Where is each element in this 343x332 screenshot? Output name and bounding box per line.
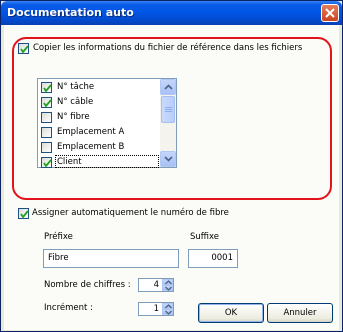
item-checkbox[interactable]	[41, 127, 52, 138]
prefix-value: Fibre	[48, 253, 69, 263]
checkmark-icon	[43, 84, 52, 93]
list-item[interactable]: N° tâche	[41, 80, 159, 95]
prefix-label: Préfixe	[44, 232, 73, 242]
scroll-up-button[interactable]	[160, 79, 176, 95]
increment-value: 1	[153, 304, 159, 314]
increment-spinner[interactable]: 1	[138, 302, 174, 316]
list-item[interactable]: Emplacement A	[41, 125, 159, 140]
list-item-label: N° câble	[57, 97, 94, 107]
dialog-window: Documentation auto Copier les informatio…	[0, 0, 343, 332]
item-checkbox[interactable]	[41, 97, 52, 108]
scroll-down-button[interactable]	[160, 151, 176, 167]
auto-assign-label: Assigner automatiquement le numéro de fi…	[32, 208, 229, 218]
checkmark-icon	[20, 45, 29, 54]
spin-down-button[interactable]	[162, 309, 173, 315]
checkmark-icon	[43, 159, 52, 168]
suffix-value: 0001	[211, 253, 233, 263]
cancel-label: Annuler	[283, 308, 317, 318]
list-item[interactable]: N° câble	[41, 95, 159, 110]
ok-button[interactable]: OK	[198, 303, 264, 323]
close-button[interactable]	[321, 4, 339, 22]
list-item[interactable]: Client	[41, 155, 159, 170]
suffix-input[interactable]: 0001	[188, 249, 238, 268]
fields-listbox[interactable]: N° tâche N° câble N° fibre Emplacement A…	[37, 78, 177, 168]
spin-down-button[interactable]	[162, 285, 173, 291]
list-item-label: Emplacement A	[57, 127, 125, 137]
item-checkbox[interactable]	[41, 82, 52, 93]
copy-info-checkbox[interactable]	[18, 43, 29, 54]
chevron-down-icon	[164, 156, 173, 162]
auto-assign-checkbox[interactable]	[18, 208, 29, 219]
copy-info-label: Copier les informations du fichier de ré…	[33, 43, 303, 53]
checkmark-icon	[20, 210, 29, 219]
suffix-label: Suffixe	[190, 232, 219, 242]
list-item[interactable]: Emplacement B	[41, 140, 159, 155]
cancel-button[interactable]: Annuler	[267, 303, 333, 323]
digits-label: Nombre de chiffres :	[44, 280, 131, 290]
listbox-scrollbar[interactable]	[160, 79, 176, 167]
list-item[interactable]: N° fibre	[41, 110, 159, 125]
scroll-thumb[interactable]	[161, 96, 175, 123]
item-checkbox[interactable]	[41, 112, 52, 123]
title-bar[interactable]: Documentation auto	[1, 1, 342, 25]
prefix-input[interactable]: Fibre	[43, 249, 179, 268]
item-checkbox[interactable]	[41, 157, 52, 168]
close-icon	[325, 8, 335, 18]
list-item-label: Client	[57, 157, 82, 167]
list-item-label: N° fibre	[57, 112, 90, 122]
chevron-up-icon	[164, 84, 173, 90]
digits-spinner[interactable]: 4	[138, 278, 174, 292]
list-item-label: N° tâche	[57, 82, 95, 92]
dialog-body: Copier les informations du fichier de ré…	[4, 25, 339, 330]
arrow-down-icon	[165, 286, 172, 291]
arrow-down-icon	[165, 310, 172, 315]
item-checkbox[interactable]	[41, 142, 52, 153]
checkmark-icon	[43, 99, 52, 108]
ok-label: OK	[224, 308, 238, 318]
increment-label: Incrément :	[44, 303, 93, 313]
digits-value: 4	[153, 280, 159, 290]
increment-spin-buttons[interactable]	[162, 303, 173, 315]
list-item-label: Emplacement B	[57, 142, 125, 152]
window-title: Documentation auto	[7, 6, 134, 19]
digits-spin-buttons[interactable]	[162, 279, 173, 291]
